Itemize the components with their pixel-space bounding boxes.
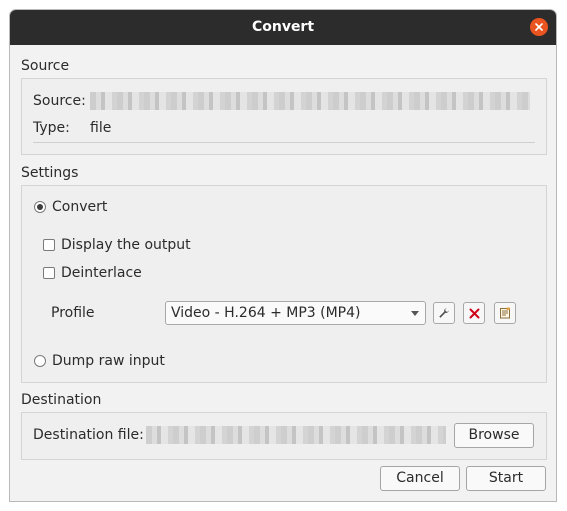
destination-section-label: Destination (21, 392, 102, 408)
close-button[interactable] (530, 18, 548, 36)
profile-select[interactable]: Video - H.264 + MP3 (MP4) (165, 301, 426, 325)
delete-profile-button[interactable] (463, 302, 485, 324)
cancel-button[interactable]: Cancel (380, 466, 460, 491)
deinterlace-label: Deinterlace (61, 265, 142, 281)
wrench-icon (439, 308, 449, 318)
display-output-label: Display the output (61, 237, 191, 253)
deinterlace-checkbox[interactable] (43, 267, 55, 279)
type-label: Type: (33, 120, 70, 136)
dump-raw-radio-row[interactable]: Dump raw input (34, 353, 165, 369)
browse-button[interactable]: Browse (454, 423, 534, 448)
display-output-checkbox[interactable] (43, 239, 55, 251)
new-profile-icon (500, 307, 510, 319)
settings-section-label: Settings (21, 165, 79, 181)
destination-path-redacted[interactable] (146, 426, 446, 444)
convert-radio[interactable] (34, 201, 46, 213)
delete-icon (469, 308, 479, 318)
dump-raw-label: Dump raw input (52, 353, 165, 369)
profile-selected-value: Video - H.264 + MP3 (MP4) (171, 305, 361, 321)
source-divider (33, 142, 535, 143)
title-bar: Convert (10, 10, 556, 45)
source-label: Source: (33, 93, 86, 109)
dump-raw-radio[interactable] (34, 355, 46, 367)
destination-file-label: Destination file: (33, 427, 144, 443)
type-value: file (90, 120, 112, 136)
start-button[interactable]: Start (466, 466, 546, 491)
source-path-redacted[interactable] (90, 92, 530, 110)
profile-label: Profile (51, 305, 95, 321)
new-profile-button[interactable] (494, 302, 516, 324)
deinterlace-row[interactable]: Deinterlace (43, 265, 142, 281)
convert-dialog: Convert Source Source: Type: file Settin… (9, 9, 557, 502)
convert-label: Convert (52, 199, 108, 215)
chevron-down-icon (411, 311, 419, 316)
source-section-label: Source (21, 58, 70, 74)
source-group (21, 78, 547, 155)
display-output-row[interactable]: Display the output (43, 237, 191, 253)
window-title: Convert (251, 19, 315, 35)
edit-profile-button[interactable] (433, 302, 455, 324)
convert-radio-row[interactable]: Convert (34, 199, 107, 215)
close-icon (535, 23, 543, 31)
